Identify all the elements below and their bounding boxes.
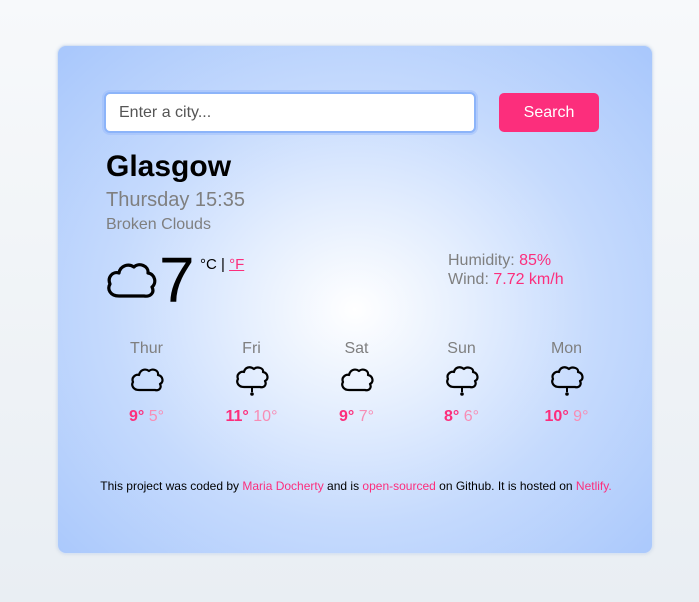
forecast-temps: 10° 9° — [514, 408, 619, 426]
forecast-row: Thur 9° 5° Fri 11° 10° Sat 9° 7° Sun 8° … — [94, 340, 619, 426]
forecast-day: Sat 9° 7° — [304, 340, 409, 426]
forecast-min: 9° — [573, 408, 589, 425]
wind-row: Wind: 7.72 km/h — [448, 270, 564, 289]
forecast-min: 10° — [253, 408, 278, 425]
forecast-day: Thur 9° 5° — [94, 340, 199, 426]
forecast-day: Mon 10° 9° — [514, 340, 619, 426]
weather-card: Search Glasgow Thursday 15:35 Broken Clo… — [57, 45, 653, 554]
cloud-rain-icon — [514, 366, 619, 402]
current-temperature: 7 — [159, 244, 195, 316]
cloud-icon — [304, 366, 409, 402]
footer: This project was coded by Maria Docherty… — [58, 479, 654, 493]
forecast-min: 6° — [463, 408, 480, 425]
celsius-unit: °C — [200, 256, 217, 273]
humidity-label: Humidity: — [448, 252, 520, 269]
footer-text: This project was coded by — [100, 479, 243, 493]
forecast-day: Sun 8° 6° — [409, 340, 514, 426]
forecast-day: Fri 11° 10° — [199, 340, 304, 426]
forecast-max: 9° — [128, 408, 145, 425]
forecast-temps: 11° 10° — [199, 408, 304, 426]
forecast-min: 5° — [148, 408, 165, 425]
forecast-temps: 9° 7° — [304, 408, 409, 426]
humidity-value: 85% — [519, 252, 552, 269]
search-button[interactable]: Search — [499, 93, 599, 132]
forecast-day-name: Fri — [242, 340, 261, 357]
forecast-temps: 8° 6° — [409, 408, 514, 426]
cloud-icon — [105, 258, 157, 302]
city-search-input[interactable] — [104, 92, 476, 133]
current-datetime: Thursday 15:35 — [106, 189, 245, 211]
cloud-rain-icon — [409, 366, 514, 402]
forecast-day-name: Sat — [344, 340, 369, 357]
footer-text: on Github. It is hosted on — [435, 479, 576, 493]
weather-details: Humidity: 85% Wind: 7.72 km/h — [448, 251, 564, 289]
weather-description: Broken Clouds — [106, 216, 211, 233]
forecast-day-name: Mon — [550, 340, 583, 357]
netlify-link[interactable]: Netlify. — [576, 479, 612, 493]
forecast-day-name: Sun — [447, 340, 476, 357]
forecast-day-name: Thur — [130, 340, 163, 357]
forecast-max: 11° — [225, 408, 249, 425]
city-name: Glasgow — [106, 150, 232, 183]
forecast-temps: 9° 5° — [94, 408, 199, 426]
forecast-min: 7° — [358, 408, 375, 425]
forecast-max: 9° — [338, 408, 355, 425]
cloud-icon — [94, 366, 199, 402]
footer-text: and is — [323, 479, 363, 493]
open-source-link[interactable]: open-sourced — [362, 479, 435, 493]
fahrenheit-link[interactable]: °F — [229, 256, 244, 273]
unit-toggle: °C | °F — [200, 256, 244, 273]
humidity-row: Humidity: 85% — [448, 251, 564, 270]
wind-value: 7.72 km/h — [493, 271, 564, 288]
cloud-rain-icon — [199, 366, 304, 402]
unit-separator: | — [216, 256, 230, 273]
forecast-max: 8° — [443, 408, 460, 425]
author-link[interactable]: Maria Docherty — [242, 479, 323, 493]
wind-label: Wind: — [448, 271, 494, 288]
forecast-max: 10° — [544, 408, 569, 425]
